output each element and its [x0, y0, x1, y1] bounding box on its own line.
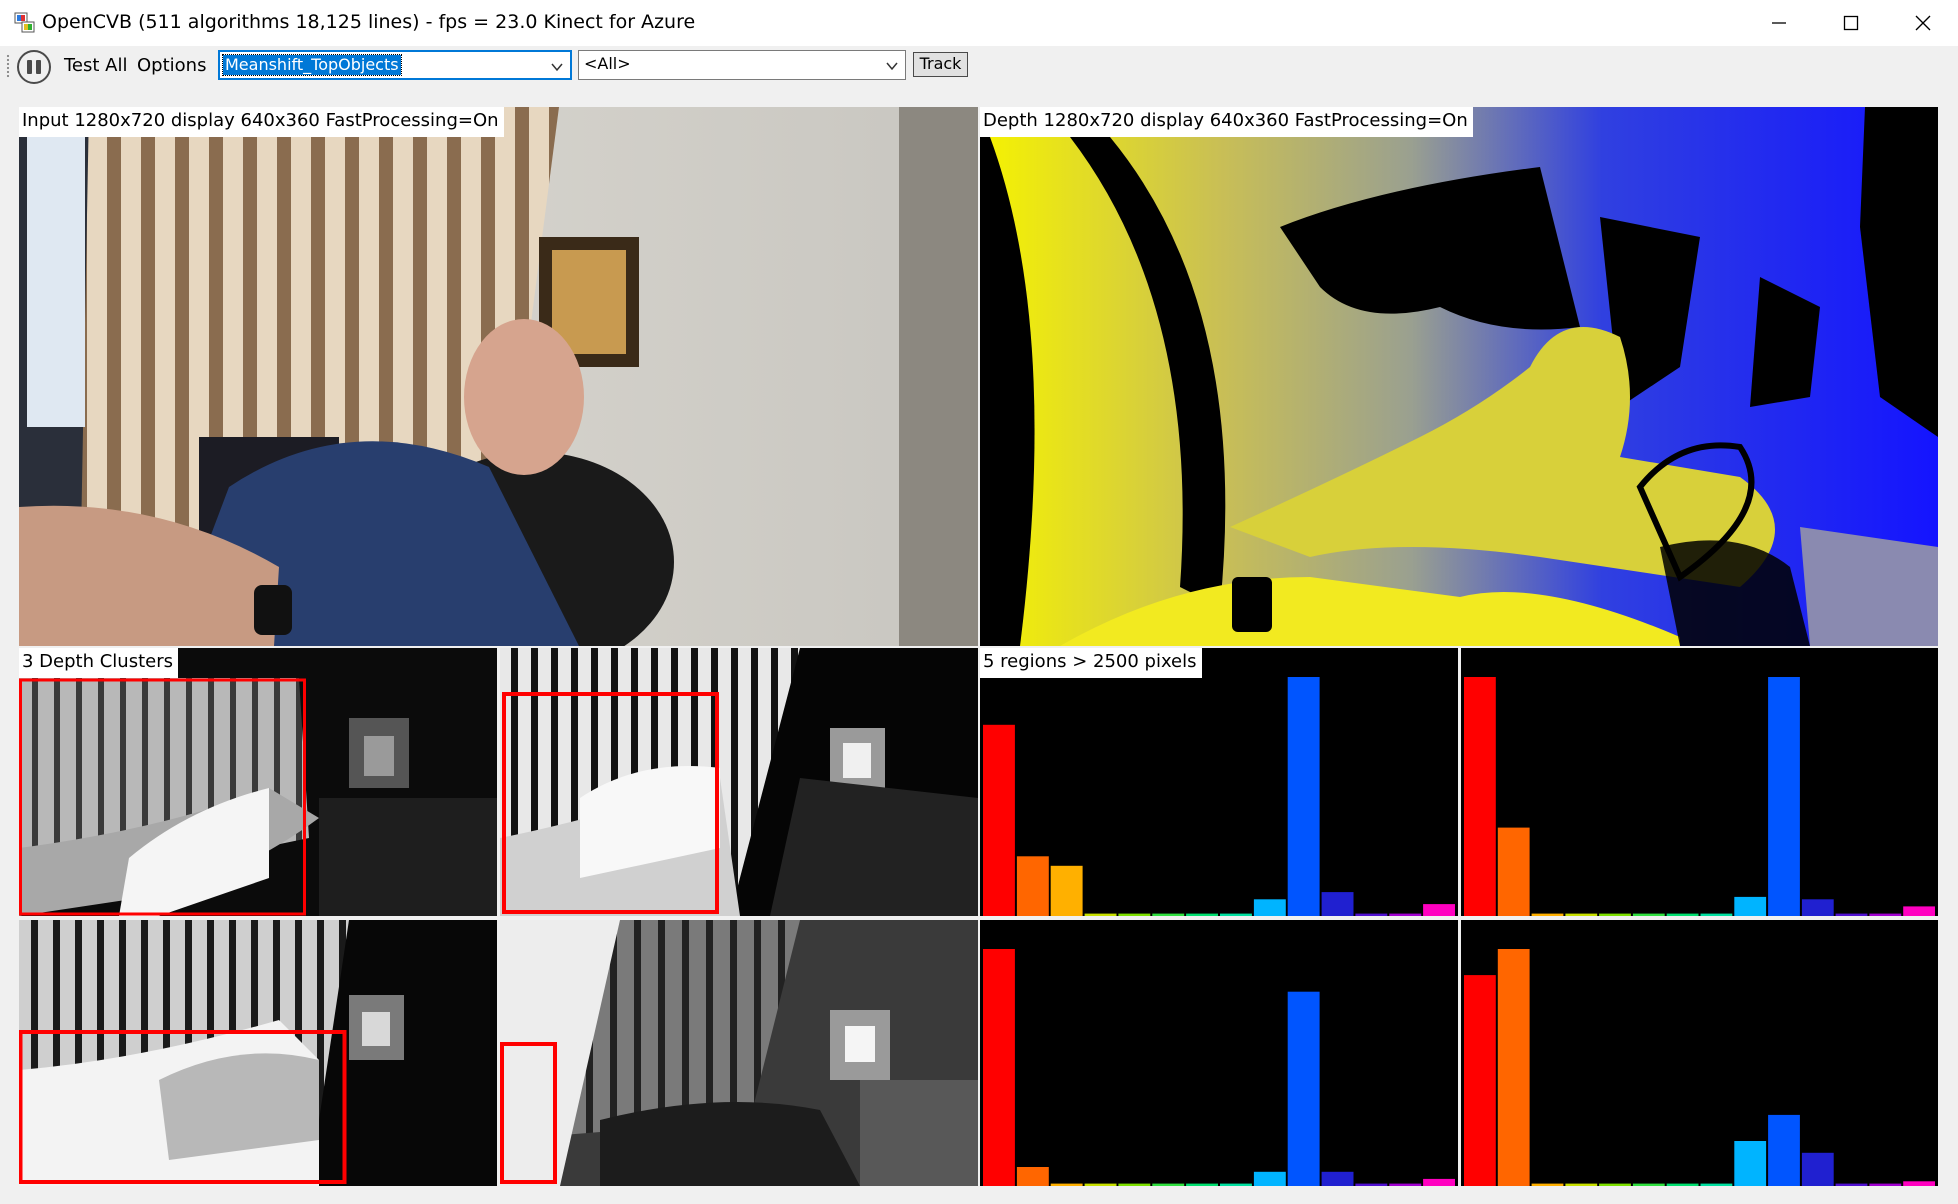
minimize-icon	[1772, 22, 1786, 24]
depth-cluster-panel-1: 3 Depth Clusters	[19, 648, 497, 916]
window-title: OpenCVB (511 algorithms 18,125 lines) - …	[42, 11, 696, 33]
histogram-bar	[1801, 899, 1834, 916]
histogram-panel-3	[980, 920, 1458, 1186]
histogram-bar	[1287, 677, 1320, 916]
depth-image	[980, 107, 1938, 646]
histogram-bar	[1666, 1183, 1699, 1186]
histogram-bar	[1903, 1181, 1935, 1186]
chevron-down-icon	[886, 62, 898, 71]
histogram-bar	[1321, 892, 1354, 916]
input-panel-label: Input 1280x720 display 640x360 FastProce…	[19, 107, 504, 137]
histogram-bar	[1321, 1171, 1354, 1186]
histogram-bar	[983, 949, 1015, 1186]
title-bar: OpenCVB (511 algorithms 18,125 lines) - …	[0, 0, 1958, 46]
histogram-bar	[1253, 1171, 1286, 1186]
depth-image-panel: Depth 1280x720 display 640x360 FastProce…	[980, 107, 1938, 646]
pause-button[interactable]	[17, 50, 51, 84]
cluster-image-2	[500, 648, 978, 916]
histogram-bar	[1497, 827, 1530, 916]
toolbar-grip[interactable]	[6, 54, 10, 78]
histogram-bar	[1768, 1114, 1800, 1186]
group-select[interactable]: <All>	[578, 50, 906, 80]
pause-icon	[27, 60, 32, 74]
histogram-bar	[1632, 1183, 1665, 1186]
opencvb-window: OpenCVB (511 algorithms 18,125 lines) - …	[0, 0, 1958, 1204]
histogram-bar	[1084, 1183, 1117, 1186]
depth-panel-label: Depth 1280x720 display 640x360 FastProce…	[980, 107, 1473, 137]
histogram-bar	[1599, 1183, 1631, 1186]
histogram-bar	[1050, 865, 1083, 916]
histogram-bar	[1389, 1183, 1422, 1186]
histogram-chart-4	[1464, 949, 1935, 1186]
close-icon	[1915, 15, 1931, 31]
input-image-panel: Input 1280x720 display 640x360 FastProce…	[19, 107, 978, 646]
depth-cluster-panel-4	[500, 920, 978, 1186]
histogram-chart-2	[1464, 677, 1935, 916]
histogram-bar	[1531, 1183, 1564, 1186]
histogram-bar	[1734, 1141, 1767, 1186]
histogram-panel-4	[1461, 920, 1938, 1186]
histogram-bar	[1253, 899, 1286, 916]
histogram-bar	[1768, 677, 1800, 916]
histogram-bar	[1220, 1183, 1252, 1186]
regions-panel-label: 5 regions > 2500 pixels	[980, 648, 1202, 678]
histogram-bar	[1118, 1183, 1151, 1186]
histogram-bar	[1869, 1183, 1902, 1186]
histogram-chart-1	[983, 677, 1455, 916]
histogram-bar	[1464, 677, 1496, 916]
cluster-image-1	[19, 648, 497, 916]
input-camera-image	[19, 107, 978, 646]
histogram-bar	[1565, 1183, 1598, 1186]
histogram-panel-2	[1461, 648, 1938, 916]
cluster-image-4	[500, 920, 978, 1186]
histogram-bar	[1903, 906, 1935, 916]
histogram-bar	[1016, 1167, 1049, 1186]
pause-icon-bar	[36, 60, 41, 74]
histogram-bar	[1152, 1183, 1185, 1186]
cluster-image-3	[19, 920, 497, 1186]
options-button[interactable]: Options	[137, 55, 206, 76]
toolbar: Test All Options Meanshift_TopObjects <A…	[0, 46, 1958, 86]
histogram-bar	[1497, 949, 1530, 1186]
close-button[interactable]	[1890, 0, 1956, 46]
histogram-bar	[1016, 856, 1049, 916]
group-select-value: <All>	[584, 54, 631, 73]
algorithm-select[interactable]: Meanshift_TopObjects	[218, 50, 572, 80]
track-button[interactable]: Track	[913, 52, 968, 77]
histogram-chart-3	[983, 949, 1455, 1186]
histogram-bar	[1186, 1183, 1218, 1186]
depth-cluster-panel-2	[500, 648, 978, 916]
histogram-bar	[1734, 896, 1767, 916]
histogram-bar	[1835, 1183, 1868, 1186]
chevron-down-icon	[551, 63, 563, 72]
clusters-panel-label: 3 Depth Clusters	[19, 648, 178, 678]
grid-divider	[19, 916, 1938, 920]
histogram-bar	[1050, 1183, 1083, 1186]
minimize-button[interactable]	[1746, 0, 1812, 46]
histogram-bar	[1355, 1183, 1388, 1186]
test-all-button[interactable]: Test All	[64, 55, 127, 76]
histogram-bar	[1464, 975, 1496, 1186]
app-icon	[14, 12, 35, 33]
depth-cluster-panel-3	[19, 920, 497, 1186]
histogram-bar	[983, 724, 1015, 916]
histogram-bar	[1423, 1178, 1455, 1186]
maximize-icon	[1843, 15, 1859, 31]
maximize-button[interactable]	[1818, 0, 1884, 46]
histogram-bar	[1700, 1183, 1733, 1186]
histogram-bar	[1423, 904, 1455, 916]
histogram-bar	[1801, 1152, 1834, 1186]
histogram-panel-1: 5 regions > 2500 pixels	[980, 648, 1458, 916]
histogram-bar	[1287, 991, 1320, 1186]
algorithm-select-value: Meanshift_TopObjects	[222, 54, 402, 76]
